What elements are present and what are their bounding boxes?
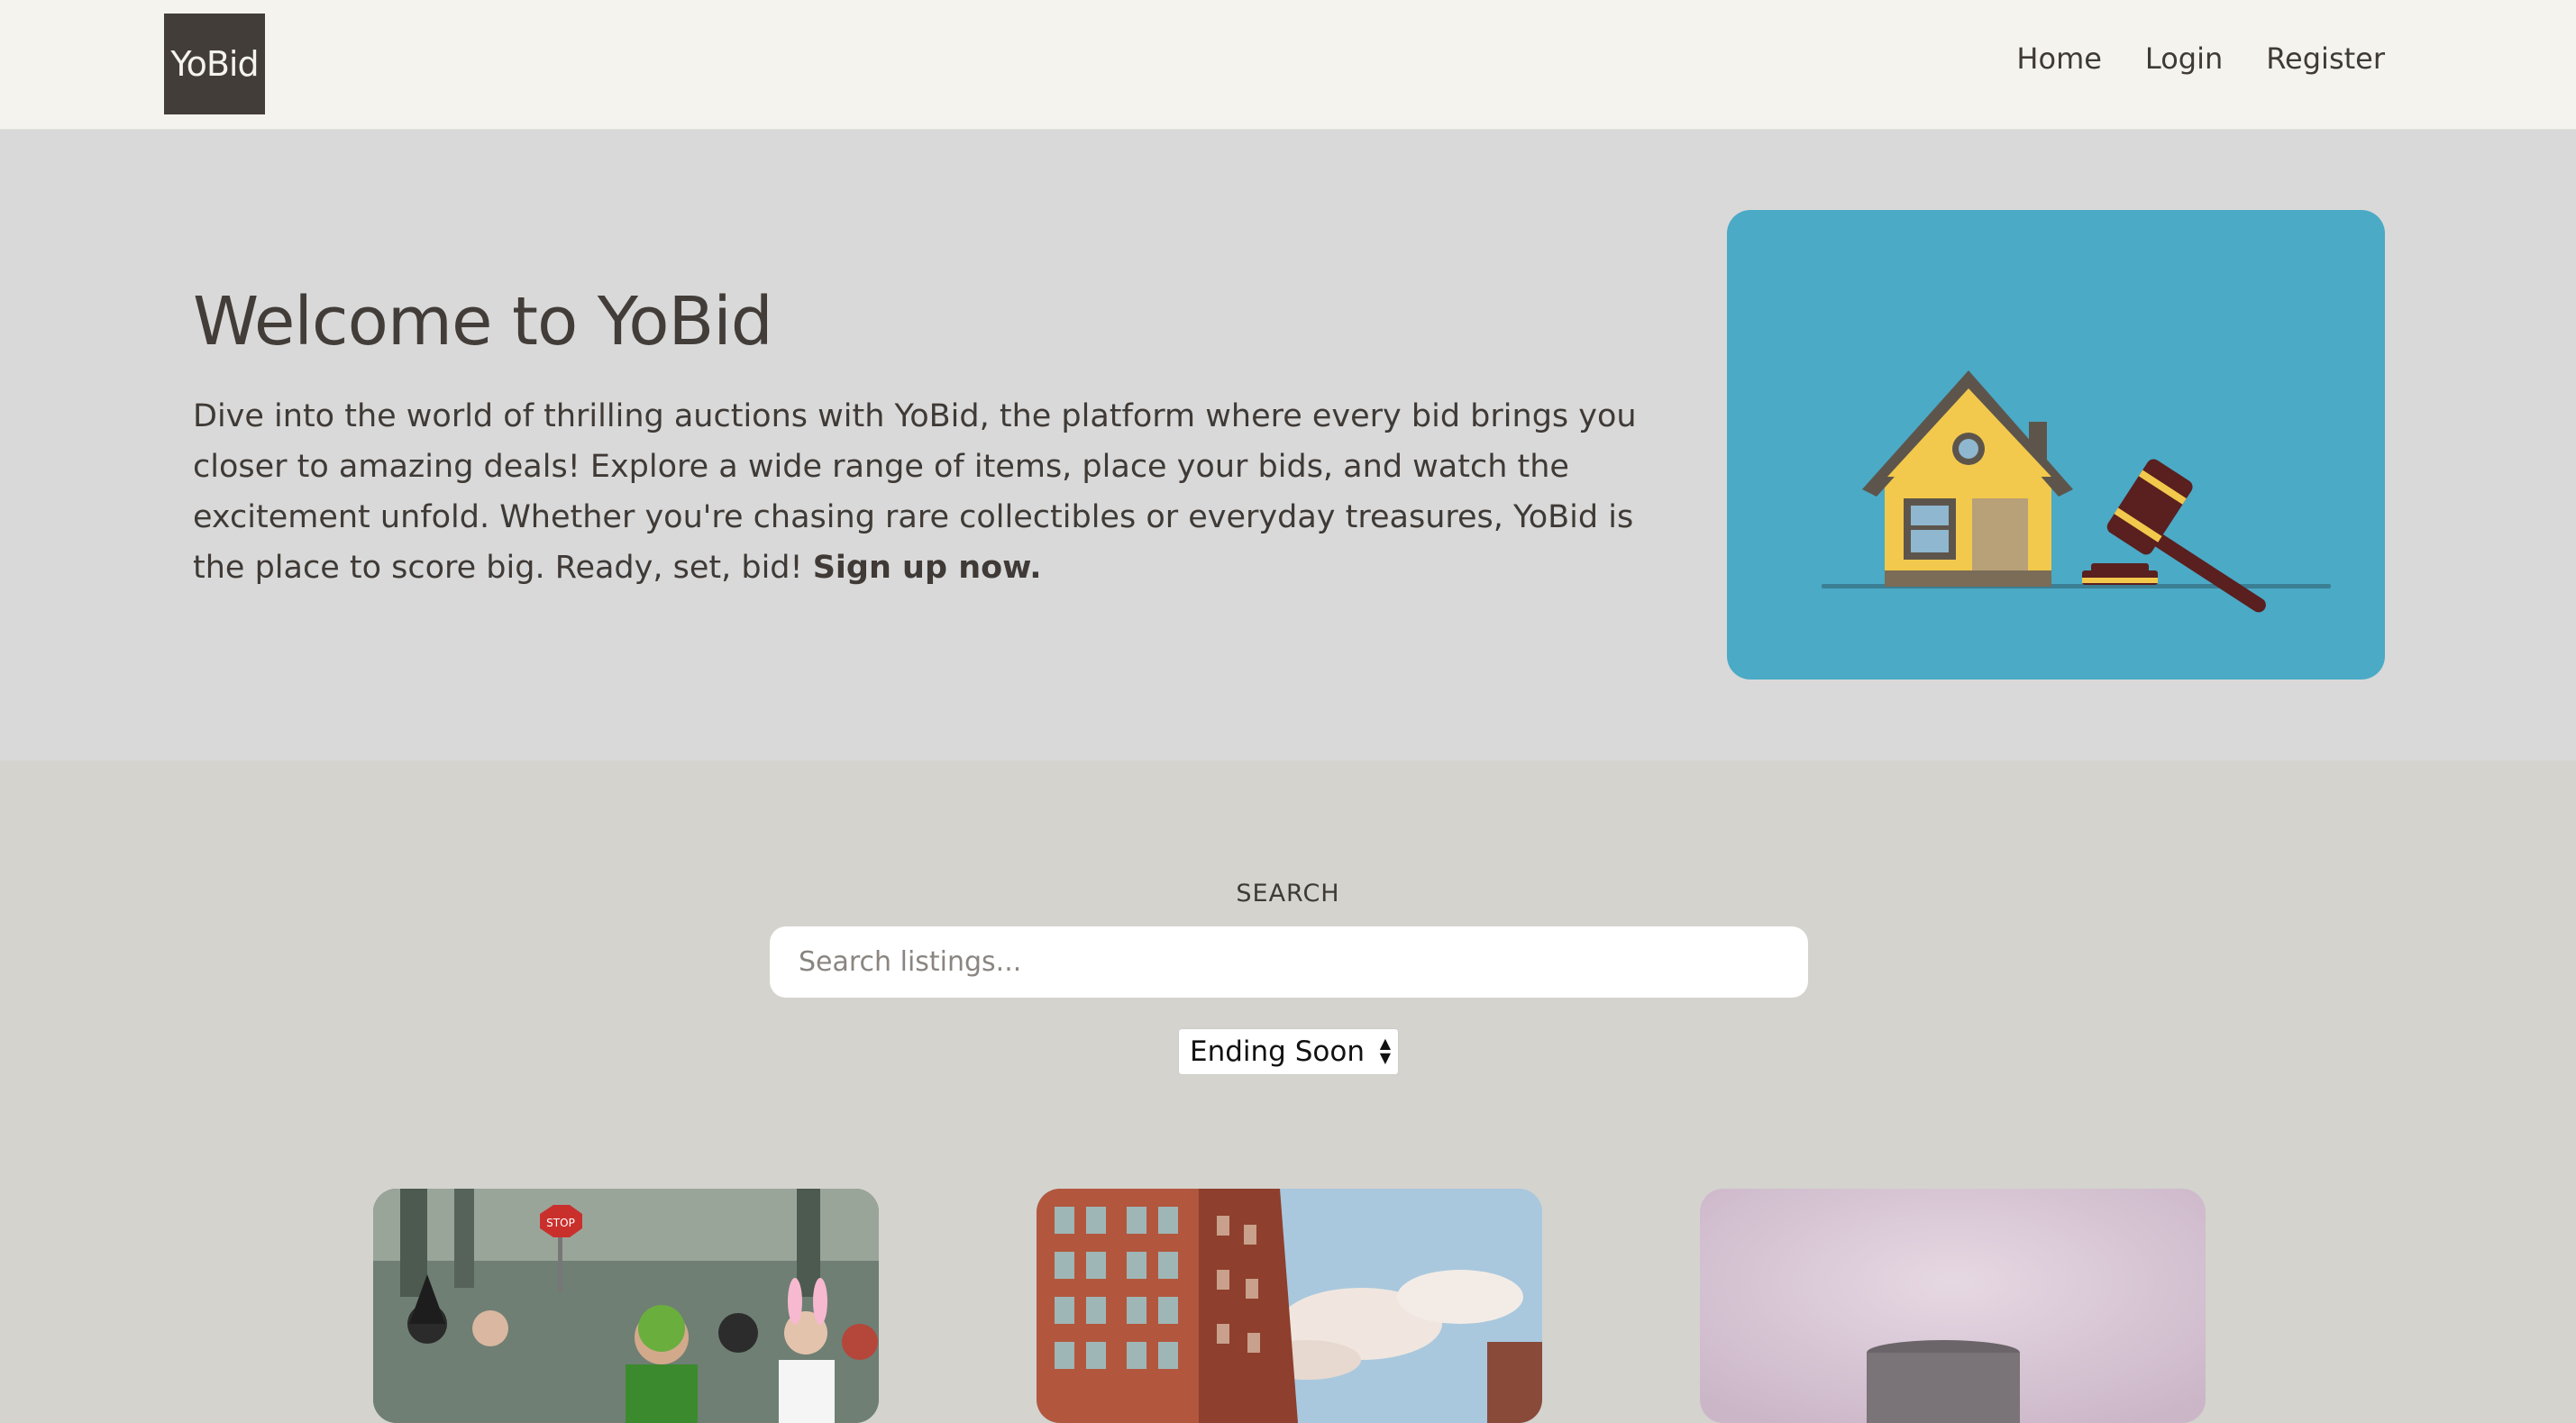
sort-arrows-icon: ▲ ▼ — [1379, 1035, 1391, 1066]
nav-links: Home Login Register — [2016, 41, 2385, 76]
hero-image — [1727, 210, 2385, 680]
house-and-gavel-icon — [1822, 370, 2331, 613]
search-label: SEARCH — [1236, 880, 1340, 908]
sort-select[interactable]: Ending Soon ▲ ▼ — [1178, 1028, 1399, 1075]
brand-logo[interactable]: YoBid — [164, 14, 265, 114]
hero-title: Welcome to YoBid — [193, 283, 773, 360]
hero-section: Welcome to YoBid Dive into the world of … — [0, 130, 2576, 761]
nav-link-home[interactable]: Home — [2016, 41, 2102, 76]
hero-description: Dive into the world of thrilling auction… — [193, 391, 1680, 593]
listing-card[interactable] — [1700, 1189, 2206, 1423]
city-buildings-postcard-photo-icon — [1037, 1189, 1542, 1423]
product-photo-icon — [1700, 1189, 2206, 1423]
nav-link-register[interactable]: Register — [2266, 41, 2385, 76]
signup-link[interactable]: Sign up now. — [813, 550, 1042, 586]
sort-select-value: Ending Soon — [1190, 1035, 1365, 1068]
svg-text:STOP: STOP — [546, 1217, 575, 1229]
navbar: YoBid Home Login Register — [0, 0, 2576, 130]
nav-link-login[interactable]: Login — [2145, 41, 2223, 76]
costume-runners-photo-icon: STOP — [373, 1189, 879, 1423]
listing-card[interactable]: STOP — [373, 1189, 879, 1423]
search-input[interactable] — [770, 926, 1808, 998]
listing-card[interactable] — [1037, 1189, 1542, 1423]
